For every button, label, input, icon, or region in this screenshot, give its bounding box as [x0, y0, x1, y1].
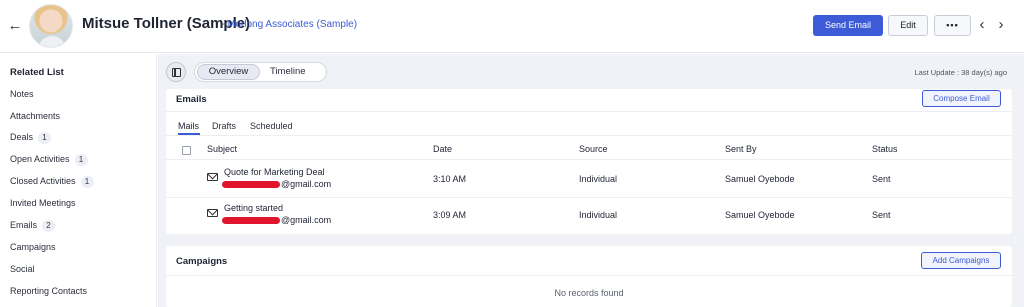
recipient-email: @gmail.com: [222, 215, 331, 225]
sidebar-item-emails[interactable]: Emails 2: [10, 220, 56, 232]
related-list-title: Related List: [10, 67, 64, 78]
sent-mail-icon: [207, 173, 218, 181]
email-subject[interactable]: Getting started: [224, 203, 283, 213]
email-sent-by: Samuel Oyebode: [725, 174, 795, 184]
sidebar-item-invited-meetings[interactable]: Invited Meetings: [10, 198, 76, 208]
sidebar-item-label: Notes: [10, 89, 34, 99]
campaigns-section: Campaigns Add Campaigns No records found: [166, 246, 1012, 307]
redaction-mark: [222, 217, 280, 225]
sidebar-item-attachments[interactable]: Attachments: [10, 111, 60, 121]
column-header-subject[interactable]: Subject: [207, 144, 237, 154]
edit-button[interactable]: Edit: [888, 15, 928, 36]
back-arrow-icon[interactable]: ←: [6, 17, 24, 35]
email-date: 3:09 AM: [433, 210, 467, 220]
collapse-panel-icon[interactable]: [166, 62, 186, 82]
tab-timeline[interactable]: Timeline: [270, 66, 306, 77]
view-switcher: Overview Timeline: [194, 62, 327, 82]
email-status: Sent: [872, 210, 891, 220]
sidebar-item-deals[interactable]: Deals 1: [10, 132, 52, 144]
emails-section: Emails Compose Email Mails Drafts Schedu…: [166, 89, 1012, 234]
email-source: Individual: [579, 174, 618, 184]
record-header: ← Mitsue Tollner (Sample) - Morlong Asso…: [0, 0, 1024, 53]
sidebar-item-open-activities[interactable]: Open Activities 1: [10, 154, 88, 166]
count-badge: 1: [80, 176, 94, 188]
last-update-text: Last Update : 38 day(s) ago: [914, 68, 1007, 77]
sidebar-item-label: Closed Activities: [10, 176, 76, 186]
account-link[interactable]: Morlong Associates (Sample): [227, 19, 357, 30]
sidebar-item-reporting-contacts[interactable]: Reporting Contacts: [10, 286, 87, 296]
count-badge: 1: [38, 132, 52, 144]
name-separator: -: [221, 18, 225, 30]
recipient-email: @gmail.com: [222, 179, 331, 189]
tab-scheduled[interactable]: Scheduled: [250, 121, 293, 131]
related-list-sidebar: Related List Notes Attachments Deals 1 Op…: [0, 54, 157, 307]
sidebar-item-label: Reporting Contacts: [10, 286, 88, 296]
email-date: 3:10 AM: [433, 174, 467, 184]
column-header-date[interactable]: Date: [433, 144, 452, 154]
empty-state-text: No records found: [554, 288, 624, 298]
sidebar-item-label: Emails: [10, 220, 38, 230]
tab-mails[interactable]: Mails: [178, 121, 199, 131]
table-row[interactable]: Getting started @gmail.com 3:09 AM Indiv…: [166, 197, 1012, 233]
column-header-sent-by[interactable]: Sent By: [725, 144, 757, 154]
sidebar-item-label: Open Activities: [10, 154, 70, 164]
main-content: Overview Timeline Last Update : 38 day(s…: [158, 54, 1024, 307]
campaigns-title: Campaigns: [176, 256, 228, 267]
emails-title: Emails: [176, 94, 207, 105]
sidebar-item-label: Social: [10, 264, 35, 274]
next-record-icon[interactable]: ›: [994, 17, 1008, 33]
select-all-checkbox[interactable]: [182, 146, 191, 155]
more-options-button[interactable]: •••: [934, 15, 971, 36]
sidebar-item-label: Invited Meetings: [10, 198, 76, 208]
compose-email-button[interactable]: Compose Email: [922, 90, 1001, 107]
count-badge: 2: [42, 220, 56, 232]
redaction-mark: [222, 181, 280, 189]
tab-overview[interactable]: Overview: [197, 64, 260, 80]
tab-drafts[interactable]: Drafts: [212, 121, 236, 131]
email-source: Individual: [579, 210, 618, 220]
add-campaigns-button[interactable]: Add Campaigns: [921, 252, 1001, 269]
sidebar-item-closed-activities[interactable]: Closed Activities 1: [10, 176, 94, 188]
sidebar-item-label: Deals: [10, 132, 34, 142]
sent-mail-icon: [207, 209, 218, 217]
count-badge: 1: [74, 154, 88, 166]
email-status: Sent: [872, 174, 891, 184]
previous-record-icon[interactable]: ‹: [975, 17, 989, 33]
sidebar-item-notes[interactable]: Notes: [10, 89, 34, 99]
table-row[interactable]: Quote for Marketing Deal @gmail.com 3:10…: [166, 161, 1012, 197]
column-header-source[interactable]: Source: [579, 144, 608, 154]
send-email-button[interactable]: Send Email: [813, 15, 883, 36]
email-sent-by: Samuel Oyebode: [725, 210, 795, 220]
column-header-status[interactable]: Status: [872, 144, 898, 154]
email-subject[interactable]: Quote for Marketing Deal: [224, 167, 325, 177]
sidebar-item-social[interactable]: Social: [10, 264, 35, 274]
sidebar-item-campaigns[interactable]: Campaigns: [10, 242, 56, 252]
sidebar-item-label: Attachments: [10, 111, 61, 121]
sidebar-item-label: Campaigns: [10, 242, 56, 252]
avatar[interactable]: [29, 4, 73, 48]
